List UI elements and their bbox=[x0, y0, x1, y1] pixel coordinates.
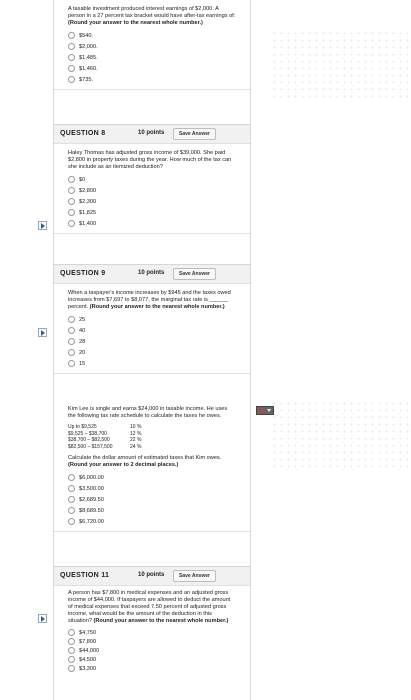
question-11-card: QUESTION 11 10 points Save Answer A pers… bbox=[54, 566, 250, 677]
widget-dropdown-button[interactable] bbox=[256, 406, 274, 415]
option[interactable]: $1,825 bbox=[68, 207, 236, 218]
question-8-card: QUESTION 8 10 points Save Answer Haley T… bbox=[54, 124, 250, 234]
option[interactable]: $1,485. bbox=[68, 52, 236, 63]
table-row: $82,500 – $157,500 24 % bbox=[68, 443, 142, 450]
radio-button[interactable] bbox=[68, 507, 75, 514]
radio-button[interactable] bbox=[68, 176, 75, 183]
background-dots bbox=[271, 400, 411, 470]
quiz-content: A taxable investment produced interest e… bbox=[53, 0, 251, 700]
radio-button[interactable] bbox=[68, 198, 75, 205]
widget-icon bbox=[259, 408, 263, 413]
radio-button[interactable] bbox=[68, 209, 75, 216]
question-points: 10 points bbox=[138, 572, 165, 578]
question-nav-arrow-icon[interactable] bbox=[38, 328, 47, 337]
tax-rate-table: Up to $9,525 10 % $9,525 – $38,700 12 % $3… bbox=[68, 424, 236, 450]
option[interactable]: $2,800 bbox=[68, 185, 236, 196]
option[interactable]: $2,689.50 bbox=[68, 494, 236, 505]
radio-button[interactable] bbox=[68, 32, 75, 39]
option[interactable]: $3,500.00 bbox=[68, 483, 236, 494]
save-answer-button[interactable]: Save Answer bbox=[173, 268, 216, 280]
background-dots bbox=[271, 30, 411, 100]
question-nav-arrow-icon[interactable] bbox=[38, 221, 47, 230]
option[interactable]: $1,400 bbox=[68, 218, 236, 229]
option[interactable]: 20 bbox=[68, 347, 236, 358]
radio-button[interactable] bbox=[68, 629, 75, 636]
question-header: QUESTION 9 10 points Save Answer bbox=[54, 264, 250, 284]
save-answer-button[interactable]: Save Answer bbox=[173, 570, 216, 582]
option[interactable]: 15 bbox=[68, 358, 236, 369]
radio-button[interactable] bbox=[68, 220, 75, 227]
radio-button[interactable] bbox=[68, 360, 75, 367]
option[interactable]: 28 bbox=[68, 336, 236, 347]
question-9-text: When a taxpayer's income increases by $9… bbox=[68, 290, 231, 310]
radio-button[interactable] bbox=[68, 54, 75, 61]
question-header: QUESTION 11 10 points Save Answer bbox=[54, 566, 250, 586]
question-7-card: A taxable investment produced interest e… bbox=[54, 0, 250, 90]
option[interactable]: $7,800 bbox=[68, 637, 236, 646]
option[interactable]: $6,720.00 bbox=[68, 516, 236, 527]
question-9-card: QUESTION 9 10 points Save Answer When a … bbox=[54, 264, 250, 374]
question-number: QUESTION 9 bbox=[60, 270, 106, 277]
question-10-card: Kim Lee is single and earns $24,000 in t… bbox=[54, 400, 250, 532]
option[interactable]: $6,000.00 bbox=[68, 472, 236, 483]
radio-button[interactable] bbox=[68, 647, 75, 654]
option[interactable]: $44,000 bbox=[68, 646, 236, 655]
option[interactable]: $4,750 bbox=[68, 628, 236, 637]
option[interactable]: $1,460. bbox=[68, 63, 236, 74]
radio-button[interactable] bbox=[68, 187, 75, 194]
radio-button[interactable] bbox=[68, 316, 75, 323]
radio-button[interactable] bbox=[68, 474, 75, 481]
option[interactable]: $4,500 bbox=[68, 655, 236, 664]
radio-button[interactable] bbox=[68, 485, 75, 492]
chevron-down-icon bbox=[267, 409, 271, 412]
option[interactable]: 40 bbox=[68, 325, 236, 336]
question-points: 10 points bbox=[138, 270, 165, 276]
radio-button[interactable] bbox=[68, 656, 75, 663]
question-10-text: Kim Lee is single and earns $24,000 in t… bbox=[68, 406, 228, 419]
question-header: QUESTION 8 10 points Save Answer bbox=[54, 124, 250, 144]
option[interactable]: $2,300 bbox=[68, 196, 236, 207]
option[interactable]: 25 bbox=[68, 314, 236, 325]
question-number: QUESTION 11 bbox=[60, 572, 110, 579]
radio-button[interactable] bbox=[68, 518, 75, 525]
question-nav-arrow-icon[interactable] bbox=[38, 614, 47, 623]
option[interactable]: $735. bbox=[68, 74, 236, 85]
radio-button[interactable] bbox=[68, 65, 75, 72]
option[interactable]: $0 bbox=[68, 174, 236, 185]
radio-button[interactable] bbox=[68, 638, 75, 645]
question-10-prompt: Calculate the dollar amount of estimated… bbox=[68, 455, 222, 468]
question-11-text: A person has $7,800 in medical expenses … bbox=[68, 590, 231, 624]
option[interactable]: $2,000. bbox=[68, 41, 236, 52]
question-number: QUESTION 8 bbox=[60, 130, 106, 137]
question-7-text: A taxable investment produced interest e… bbox=[68, 6, 236, 26]
radio-button[interactable] bbox=[68, 349, 75, 356]
radio-button[interactable] bbox=[68, 665, 75, 672]
save-answer-button[interactable]: Save Answer bbox=[173, 128, 216, 140]
option[interactable]: $540. bbox=[68, 30, 236, 41]
option[interactable]: $3,300 bbox=[68, 664, 236, 673]
question-points: 10 points bbox=[138, 130, 165, 136]
radio-button[interactable] bbox=[68, 43, 75, 50]
option[interactable]: $8,689.50 bbox=[68, 505, 236, 516]
radio-button[interactable] bbox=[68, 338, 75, 345]
radio-button[interactable] bbox=[68, 327, 75, 334]
radio-button[interactable] bbox=[68, 76, 75, 83]
question-8-text: Haley Thomas has adjusted gross income o… bbox=[68, 150, 232, 170]
radio-button[interactable] bbox=[68, 496, 75, 503]
